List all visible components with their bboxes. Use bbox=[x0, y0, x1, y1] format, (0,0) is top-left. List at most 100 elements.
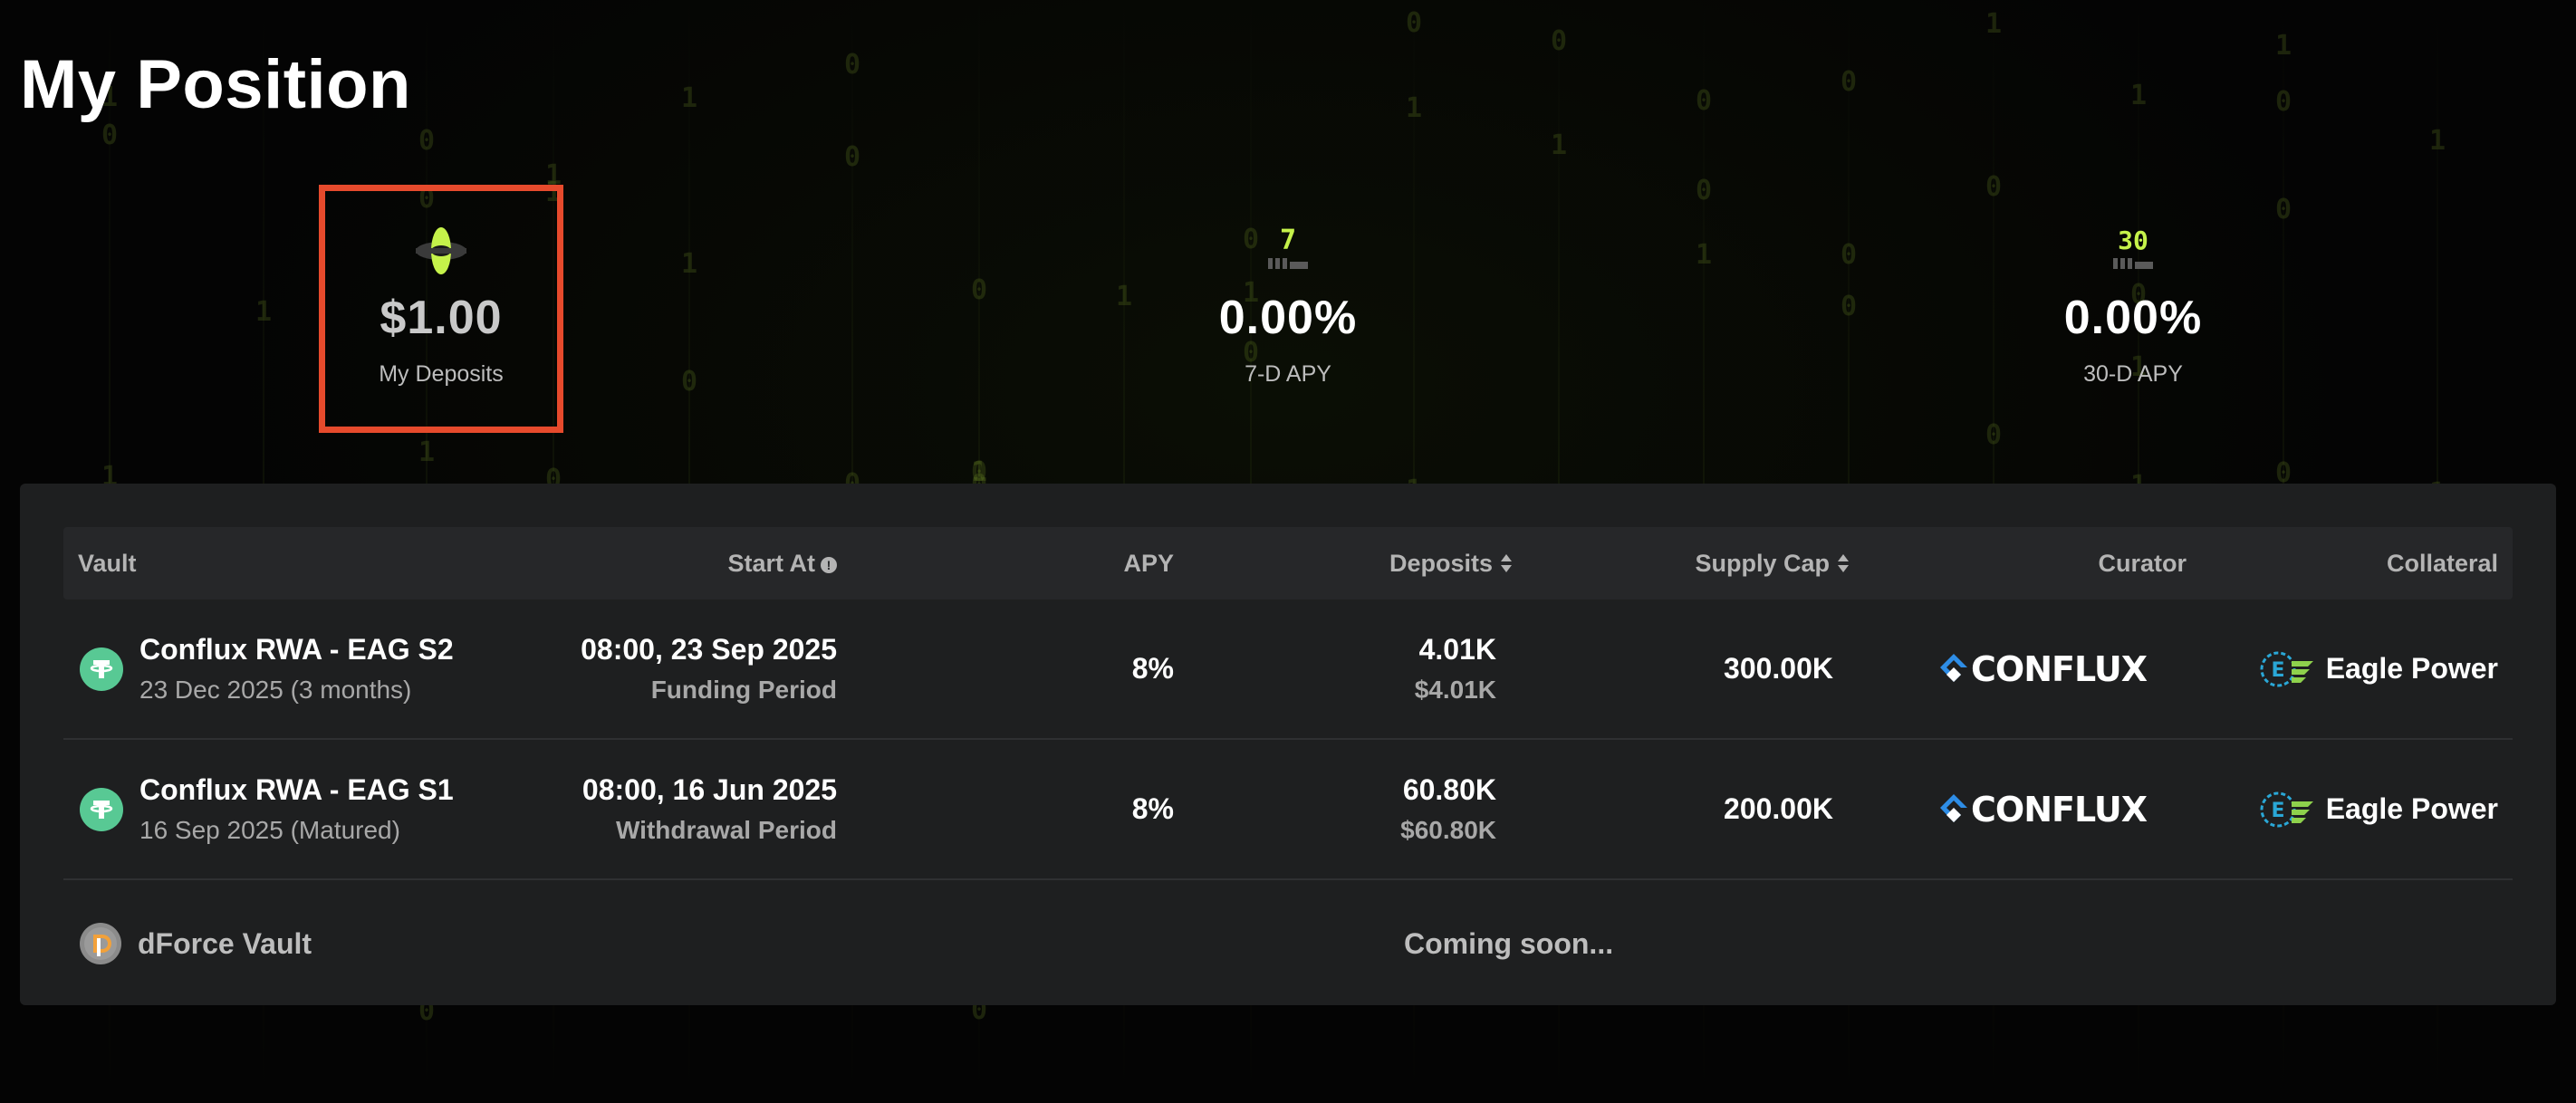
matrix-glyph: 0 bbox=[844, 141, 861, 173]
deposits-usd: $4.01K bbox=[1414, 676, 1496, 704]
vault-cell: Conflux RWA - EAG S1 16 Sep 2025 (Mature… bbox=[80, 740, 454, 878]
matrix-glyph: 0 bbox=[1985, 171, 2003, 203]
curator-cell: CONFLUX bbox=[1938, 599, 2148, 738]
usdt-icon bbox=[80, 647, 123, 691]
coming-soon-text: Coming soon... bbox=[1404, 927, 1614, 960]
header-apy: APY bbox=[1123, 550, 1174, 577]
apy-30d-label: 30-D APY bbox=[2083, 361, 2183, 387]
start-at: 08:00, 16 Jun 2025 bbox=[582, 773, 837, 806]
calendar-7-text: 7 bbox=[1280, 225, 1296, 256]
matrix-glyph: 0 bbox=[844, 49, 861, 81]
table-header: Vault Start At! APY Deposits Supply Cap … bbox=[63, 527, 2513, 599]
matrix-glyph: 0 bbox=[681, 366, 698, 398]
table-row[interactable]: Conflux RWA - EAG S1 16 Sep 2025 (Mature… bbox=[63, 740, 2513, 880]
usdt-icon bbox=[80, 787, 123, 831]
eagle-power-icon: E bbox=[2260, 651, 2313, 686]
header-vault: Vault bbox=[78, 550, 137, 577]
table-row[interactable]: Conflux RWA - EAG S2 23 Dec 2025 (3 mont… bbox=[63, 599, 2513, 740]
page-title: My Position bbox=[20, 46, 411, 123]
matrix-glyph: 1 bbox=[1406, 92, 1423, 124]
header-supply-cap[interactable]: Supply Cap bbox=[1695, 527, 1850, 599]
vault-name[interactable]: Conflux RWA - EAG S1 bbox=[139, 773, 454, 807]
dforce-vault-name: dForce Vault bbox=[138, 926, 312, 960]
sort-icon[interactable] bbox=[1500, 529, 1513, 601]
conflux-logo: CONFLUX bbox=[1938, 649, 2148, 689]
my-deposits-value: $1.00 bbox=[380, 292, 503, 344]
apy-30d-value: 0.00% bbox=[2063, 292, 2203, 344]
period-status: Withdrawal Period bbox=[615, 816, 837, 844]
eagle-power-icon: E bbox=[2260, 791, 2313, 827]
vaults-table: Vault Start At! APY Deposits Supply Cap … bbox=[63, 527, 2513, 1007]
matrix-glyph: 0 bbox=[1406, 7, 1423, 39]
deposits-cell: 4.01K $4.01K bbox=[1415, 599, 1496, 738]
matrix-glyph: 0 bbox=[971, 274, 988, 306]
vaults-panel: Vault Start At! APY Deposits Supply Cap … bbox=[20, 484, 2556, 1005]
supply-cap-cell: 200.00K bbox=[1724, 792, 1833, 825]
start-at-cell: 08:00, 16 Jun 2025 Withdrawal Period bbox=[582, 740, 837, 878]
start-at: 08:00, 23 Sep 2025 bbox=[581, 633, 837, 666]
apy-30d-stat: 30 0.00% 30-D APY bbox=[2011, 185, 2255, 433]
svg-text:E: E bbox=[2271, 659, 2284, 682]
matrix-glyph: 1 bbox=[681, 248, 698, 280]
matrix-glyph: 0 bbox=[1696, 85, 1713, 117]
matrix-glyph: 0 bbox=[2275, 194, 2292, 225]
supply-cap-cell: 300.00K bbox=[1724, 652, 1833, 685]
matrix-glyph: 1 bbox=[681, 82, 698, 114]
start-at-cell: 08:00, 23 Sep 2025 Funding Period bbox=[581, 599, 837, 738]
matrix-glyph: 1 bbox=[1985, 8, 2003, 40]
deposits-cell: 60.80K $60.80K bbox=[1400, 740, 1496, 878]
vault-maturity: 16 Sep 2025 (Matured) bbox=[139, 816, 400, 844]
header-collateral: Collateral bbox=[2386, 550, 2498, 577]
matrix-glyph: 0 bbox=[1841, 291, 1858, 322]
apy-7d-stat: 7 0.00% 7-D APY bbox=[1166, 185, 1410, 433]
matrix-glyph: 0 bbox=[1696, 175, 1713, 206]
vault-name[interactable]: Conflux RWA - EAG S2 bbox=[139, 633, 454, 667]
matrix-glyph: 0 bbox=[2275, 86, 2292, 118]
matrix-glyph: 1 bbox=[1696, 239, 1713, 271]
svg-text:E: E bbox=[2271, 800, 2284, 822]
dforce-orbit-icon bbox=[414, 224, 468, 278]
my-deposits-stat: $1.00 My Deposits bbox=[319, 185, 563, 433]
dforce-vault-cell: dForce Vault bbox=[80, 880, 312, 1007]
matrix-glyph: 1 bbox=[2275, 30, 2292, 62]
header-start-at: Start At! bbox=[727, 527, 837, 599]
calendar-30-icon: 30 bbox=[2106, 224, 2160, 278]
deposits-usd: $60.80K bbox=[1400, 816, 1496, 844]
matrix-glyph: 1 bbox=[1116, 281, 1133, 312]
dforce-logo-icon bbox=[80, 923, 121, 964]
table-row: dForce Vault Coming soon... bbox=[63, 880, 2513, 1007]
matrix-glyph: 1 bbox=[1551, 129, 1568, 161]
matrix-glyph: 0 bbox=[1551, 25, 1568, 57]
apy-cell: 8% bbox=[1131, 652, 1174, 685]
deposits-amount: 60.80K bbox=[1402, 773, 1496, 806]
my-deposits-label: My Deposits bbox=[379, 361, 504, 387]
matrix-glyph: 1 bbox=[2429, 125, 2446, 157]
matrix-glyph: 0 bbox=[1841, 239, 1858, 271]
info-icon[interactable]: ! bbox=[821, 557, 837, 573]
apy-7d-label: 7-D APY bbox=[1245, 361, 1331, 387]
collateral-name: Eagle Power bbox=[2325, 652, 2498, 685]
matrix-glyph: 1 bbox=[418, 436, 436, 468]
sort-icon[interactable] bbox=[1837, 529, 1850, 601]
period-status: Funding Period bbox=[650, 676, 837, 704]
collateral-cell: E Eagle Power bbox=[2259, 599, 2498, 738]
collateral-name: Eagle Power bbox=[2325, 792, 2498, 825]
apy-7d-value: 0.00% bbox=[1218, 292, 1358, 344]
header-curator: Curator bbox=[2098, 550, 2187, 577]
matrix-glyph: 0 bbox=[101, 120, 119, 151]
calendar-7-icon: 7 bbox=[1261, 224, 1315, 278]
conflux-logo: CONFLUX bbox=[1938, 790, 2148, 830]
vault-maturity: 23 Dec 2025 (3 months) bbox=[139, 676, 412, 704]
vault-cell: Conflux RWA - EAG S2 23 Dec 2025 (3 mont… bbox=[80, 599, 454, 738]
matrix-glyph: 0 bbox=[1985, 419, 2003, 451]
header-deposits[interactable]: Deposits bbox=[1389, 527, 1513, 599]
matrix-glyph: 1 bbox=[255, 296, 273, 328]
matrix-glyph: 0 bbox=[1841, 66, 1858, 98]
matrix-glyph: 1 bbox=[2130, 80, 2148, 111]
deposits-amount: 4.01K bbox=[1418, 633, 1496, 666]
matrix-glyph: 0 bbox=[418, 125, 436, 157]
apy-cell: 8% bbox=[1131, 792, 1174, 825]
collateral-cell: E Eagle Power bbox=[2259, 740, 2498, 878]
calendar-30-text: 30 bbox=[2118, 225, 2148, 255]
curator-cell: CONFLUX bbox=[1938, 740, 2148, 878]
